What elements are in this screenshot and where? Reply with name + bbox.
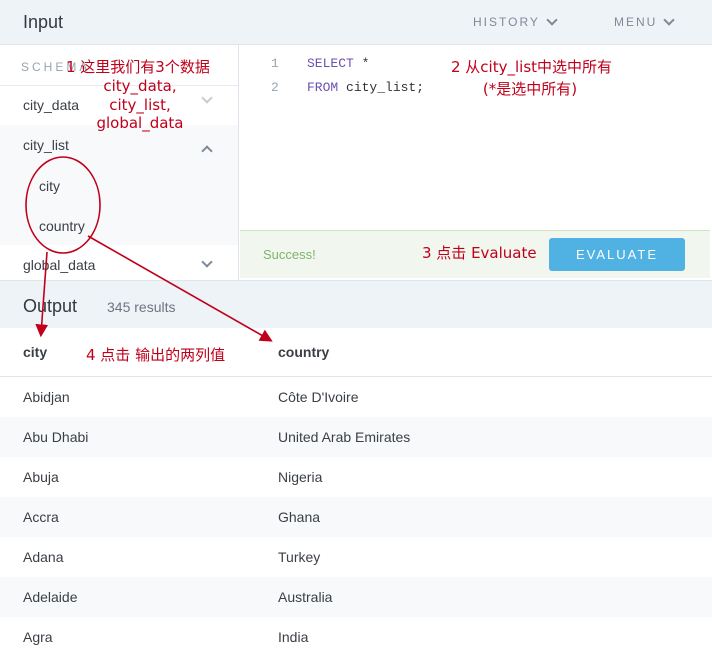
sql-keyword: SELECT [307, 56, 354, 71]
line-number: 2 [271, 80, 279, 95]
history-button[interactable]: HISTORY [473, 13, 558, 29]
cell-city: Abuja [23, 469, 59, 485]
evaluate-button[interactable]: EVALUATE [549, 238, 685, 271]
cell-country: Nigeria [278, 469, 323, 485]
schema-table-global-data[interactable]: global_data [0, 245, 238, 280]
input-title: Input [23, 12, 64, 32]
annotation-3: 3 点击 Evaluate [422, 244, 537, 262]
cell-city: Adana [23, 549, 64, 565]
table-row[interactable]: Accra Ghana [0, 497, 712, 537]
annotation-2-line1: 2 从city_list中选中所有 [451, 58, 613, 76]
table-name: global_data [23, 257, 96, 273]
annotation-1-line1: 1 这里我们有3个数据 [66, 58, 210, 76]
chevron-up-icon[interactable] [201, 145, 213, 157]
column-header-city[interactable]: city [23, 344, 47, 360]
annotation-1-line4: global_data [96, 114, 184, 132]
annotation-2-line2: (*是选中所有) [482, 80, 578, 98]
sql-keyword: FROM [307, 80, 339, 95]
input-header: Input HISTORY MENU [0, 0, 712, 45]
cell-country: India [278, 629, 309, 645]
cell-city: Agra [23, 629, 53, 645]
chevron-down-icon [546, 13, 558, 26]
cell-city: Accra [23, 509, 59, 525]
success-message: Success! [263, 247, 316, 262]
cell-country: United Arab Emirates [278, 429, 411, 445]
history-label: HISTORY [473, 15, 540, 29]
output-header: Output 345 results [0, 280, 712, 328]
table-name: city_list [23, 137, 69, 153]
cell-city: Abu Dhabi [23, 429, 89, 445]
annotation-1-line2: city_data, [103, 77, 177, 95]
cell-city: Adelaide [23, 589, 78, 605]
chevron-down-icon[interactable] [201, 256, 213, 268]
table-name: city_data [23, 97, 80, 113]
table-row[interactable]: Abu Dhabi United Arab Emirates [0, 417, 712, 457]
line-number: 1 [271, 56, 279, 71]
menu-button[interactable]: MENU [614, 13, 676, 29]
table-row[interactable]: Abuja Nigeria [0, 457, 712, 497]
code-line[interactable]: SELECT * [307, 56, 369, 71]
cell-city: Abidjan [23, 389, 70, 405]
menu-label: MENU [614, 15, 658, 29]
table-row[interactable]: Abidjan Côte D'Ivoire [0, 377, 712, 417]
code-line[interactable]: FROM city_list; [307, 80, 424, 95]
cell-country: Turkey [278, 549, 321, 565]
chevron-down-icon[interactable] [201, 92, 213, 104]
column-header-country[interactable]: country [278, 344, 329, 360]
chevron-down-icon [663, 13, 676, 26]
sql-text: city_list; [338, 80, 425, 95]
table-row[interactable]: Adelaide Australia [0, 577, 712, 617]
sql-text: * [353, 56, 370, 71]
annotation-4: 4 点击 输出的两列值 [86, 346, 226, 364]
schema-column-city[interactable]: city [39, 178, 60, 194]
cell-country: Côte D'Ivoire [278, 389, 359, 405]
schema-column-country[interactable]: country [39, 218, 85, 234]
output-title: Output [23, 296, 78, 316]
cell-country: Australia [278, 589, 333, 605]
table-row[interactable]: Agra India [0, 617, 712, 657]
table-row[interactable]: Adana Turkey [0, 537, 712, 577]
annotation-1-line3: city_list, [109, 96, 171, 114]
results-count: 345 results [107, 299, 176, 315]
cell-country: Ghana [278, 509, 321, 525]
